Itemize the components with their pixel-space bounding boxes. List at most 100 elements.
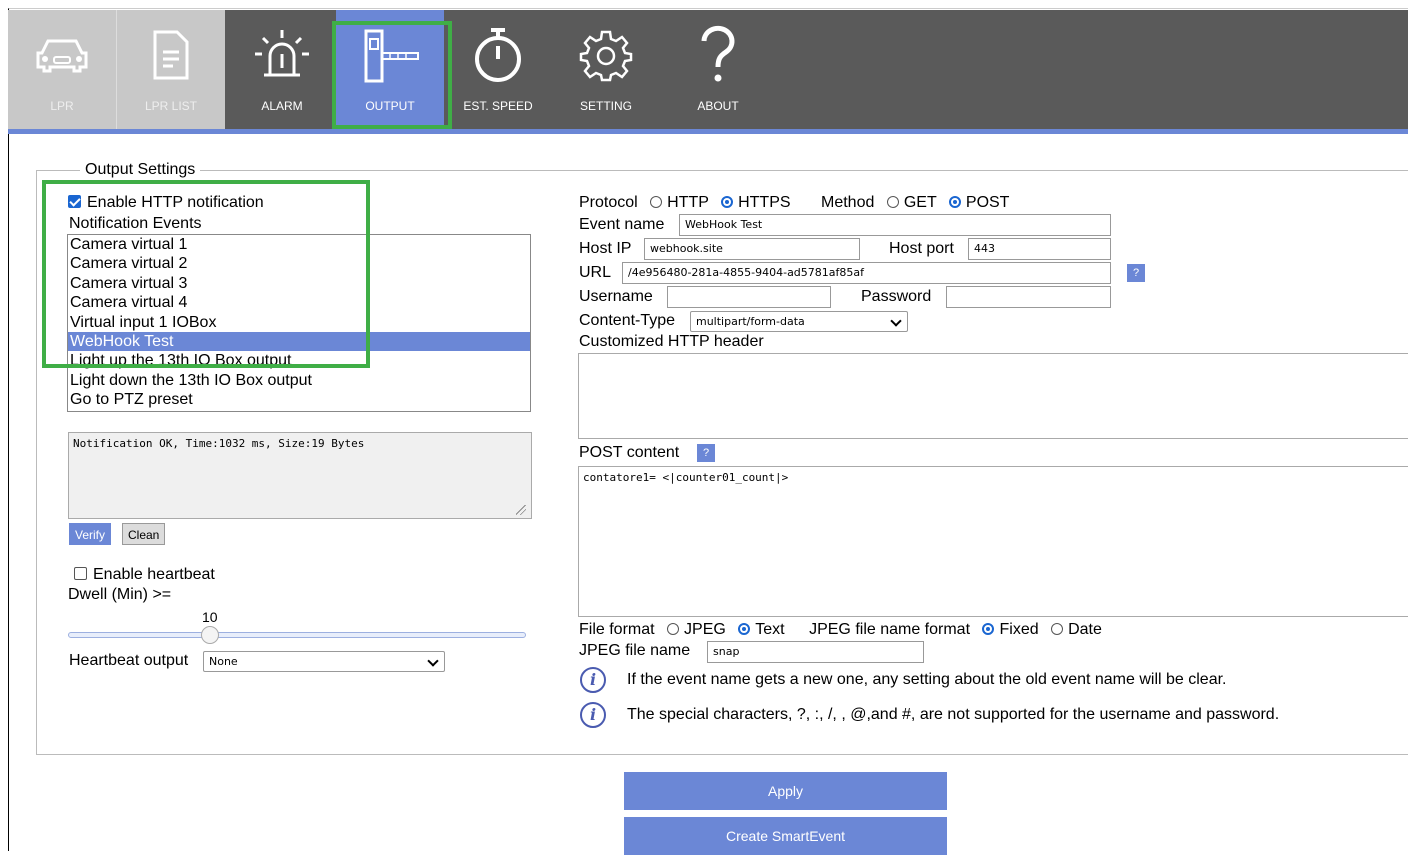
nav-item-label: ALARM <box>261 99 303 113</box>
notification-events-listbox[interactable]: Camera virtual 1 Camera virtual 2 Camera… <box>67 234 531 412</box>
info-icon: i <box>580 702 606 728</box>
list-item[interactable]: Light down the 13th IO Box output <box>68 371 530 390</box>
post-content-textarea[interactable]: contatore1= <|counter01_count|> <box>578 466 1408 617</box>
notification-events-label: Notification Events <box>69 215 202 232</box>
chevron-down-icon <box>427 655 439 667</box>
nav-item-label: LPR LIST <box>144 99 198 113</box>
protocol-http-label: HTTP <box>667 194 709 211</box>
enable-heartbeat-label: Enable heartbeat <box>93 566 215 583</box>
nav-item-setting[interactable]: SETTING <box>552 10 660 129</box>
protocol-http-radio[interactable] <box>650 196 663 208</box>
jpeg-file-name-input[interactable]: snap <box>707 641 924 663</box>
method-get-label: GET <box>903 194 937 211</box>
jpeg-name-fixed-radio[interactable] <box>982 623 995 635</box>
file-format-jpeg-label: JPEG <box>684 621 726 638</box>
dwell-value: 10 <box>202 609 218 625</box>
list-item[interactable]: Camera virtual 2 <box>68 254 530 273</box>
file-format-jpeg-radio[interactable] <box>667 623 680 635</box>
list-item[interactable]: Camera virtual 1 <box>68 235 530 254</box>
file-format-text-radio[interactable] <box>738 623 751 635</box>
protocol-row: Protocol HTTP HTTPS Method GET POST <box>579 194 1009 212</box>
info-icon: i <box>580 667 606 693</box>
method-label: Method <box>821 194 875 211</box>
stopwatch-icon <box>444 22 552 88</box>
dwell-slider-track[interactable] <box>68 632 526 638</box>
jpeg-name-date-label: Date <box>1068 621 1102 638</box>
enable-http-label: Enable HTTP notification <box>87 194 264 211</box>
heartbeat-output-value: None <box>209 655 238 668</box>
custom-header-textarea[interactable] <box>578 353 1408 439</box>
list-item[interactable]: Go to PTZ preset <box>68 390 530 409</box>
jpeg-name-date-radio[interactable] <box>1051 623 1064 635</box>
protocol-https-label: HTTPS <box>738 194 791 211</box>
nav-item-label: ABOUT <box>697 99 739 113</box>
create-smartevent-button[interactable]: Create SmartEvent <box>624 817 947 855</box>
host-port-input[interactable]: 443 <box>968 238 1111 260</box>
event-name-label: Event name <box>579 216 665 233</box>
verify-button[interactable]: Verify <box>69 523 112 545</box>
nav-item-lpr-list[interactable]: LPR LIST <box>116 10 225 129</box>
content-type-select[interactable]: multipart/form-data <box>690 311 908 332</box>
barrier-gate-icon <box>336 22 444 88</box>
url-label: URL <box>579 264 612 281</box>
method-post-radio[interactable] <box>948 196 961 208</box>
host-port-label: Host port <box>889 240 954 257</box>
result-textarea[interactable]: Notification OK, Time:1032 ms, Size:19 B… <box>68 432 532 519</box>
custom-header-label: Customized HTTP header <box>579 333 764 350</box>
nav-item-lpr[interactable]: LPR <box>8 10 116 129</box>
event-name-input[interactable]: WebHook Test <box>679 214 1111 236</box>
dwell-slider-thumb[interactable] <box>201 626 219 644</box>
nav-item-label: OUTPUT <box>365 99 415 113</box>
enable-http-checkbox-row[interactable]: Enable HTTP notification <box>68 194 264 212</box>
file-format-label: File format <box>579 621 655 638</box>
enable-heartbeat-checkbox[interactable] <box>74 567 87 580</box>
heartbeat-output-label: Heartbeat output <box>69 652 189 669</box>
jpeg-name-format-label: JPEG file name format <box>809 621 971 638</box>
dwell-label: Dwell (Min) >= <box>68 586 172 603</box>
nav-underline <box>8 129 1408 134</box>
car-icon <box>8 22 116 88</box>
protocol-https-radio[interactable] <box>721 196 734 208</box>
list-item[interactable]: Camera virtual 3 <box>68 274 530 293</box>
host-ip-input[interactable]: webhook.site <box>644 238 860 260</box>
top-nav-bar: LPR LPR LIST ALARM OUTPUT EST. SPEED SET… <box>8 10 1408 129</box>
content-type-label: Content-Type <box>579 312 676 329</box>
resize-grip-icon[interactable] <box>516 505 526 515</box>
nav-item-label: EST. SPEED <box>463 99 533 113</box>
apply-button[interactable]: Apply <box>624 772 947 810</box>
username-input[interactable] <box>667 286 831 308</box>
nav-item-output[interactable]: OUTPUT <box>336 10 444 129</box>
info-text-special-chars: The special characters, ?, :, /, , @,and… <box>627 706 1280 723</box>
heartbeat-output-select[interactable]: None <box>203 651 445 672</box>
jpeg-file-name-label: JPEG file name <box>579 642 691 659</box>
document-list-icon <box>117 22 225 88</box>
chevron-down-icon <box>890 315 902 327</box>
file-format-row: File format JPEG Text JPEG file name for… <box>579 621 1102 639</box>
nav-item-alarm[interactable]: ALARM <box>228 10 336 129</box>
password-input[interactable] <box>946 286 1111 308</box>
alarm-siren-icon <box>228 22 336 88</box>
list-item[interactable]: Camera virtual 4 <box>68 293 530 312</box>
method-get-radio[interactable] <box>886 196 899 208</box>
content-type-value: multipart/form-data <box>696 315 805 328</box>
enable-http-checkbox[interactable] <box>68 195 81 208</box>
url-help-button[interactable]: ? <box>1127 264 1145 282</box>
nav-item-label: SETTING <box>579 99 632 113</box>
list-item[interactable]: Virtual input 1 IOBox <box>68 313 530 332</box>
file-format-text-label: Text <box>755 621 785 638</box>
clean-button[interactable]: Clean <box>122 523 166 545</box>
password-label: Password <box>861 288 932 305</box>
method-post-label: POST <box>965 194 1010 211</box>
post-content-label: POST content <box>579 444 680 461</box>
nav-item-about[interactable]: ABOUT <box>664 10 772 129</box>
enable-heartbeat-row[interactable]: Enable heartbeat <box>74 566 215 584</box>
list-item-selected[interactable]: WebHook Test <box>68 331 530 352</box>
username-label: Username <box>579 288 653 305</box>
list-item[interactable]: Light up the 13th IO Box output <box>68 351 530 370</box>
nav-item-est-speed[interactable]: EST. SPEED <box>444 10 552 129</box>
jpeg-name-fixed-label: Fixed <box>999 621 1039 638</box>
gear-icon <box>552 22 660 88</box>
post-content-help-button[interactable]: ? <box>697 444 715 462</box>
url-input[interactable]: /4e956480-281a-4855-9404-ad5781af85af <box>622 262 1111 284</box>
nav-item-label: LPR <box>50 99 74 113</box>
